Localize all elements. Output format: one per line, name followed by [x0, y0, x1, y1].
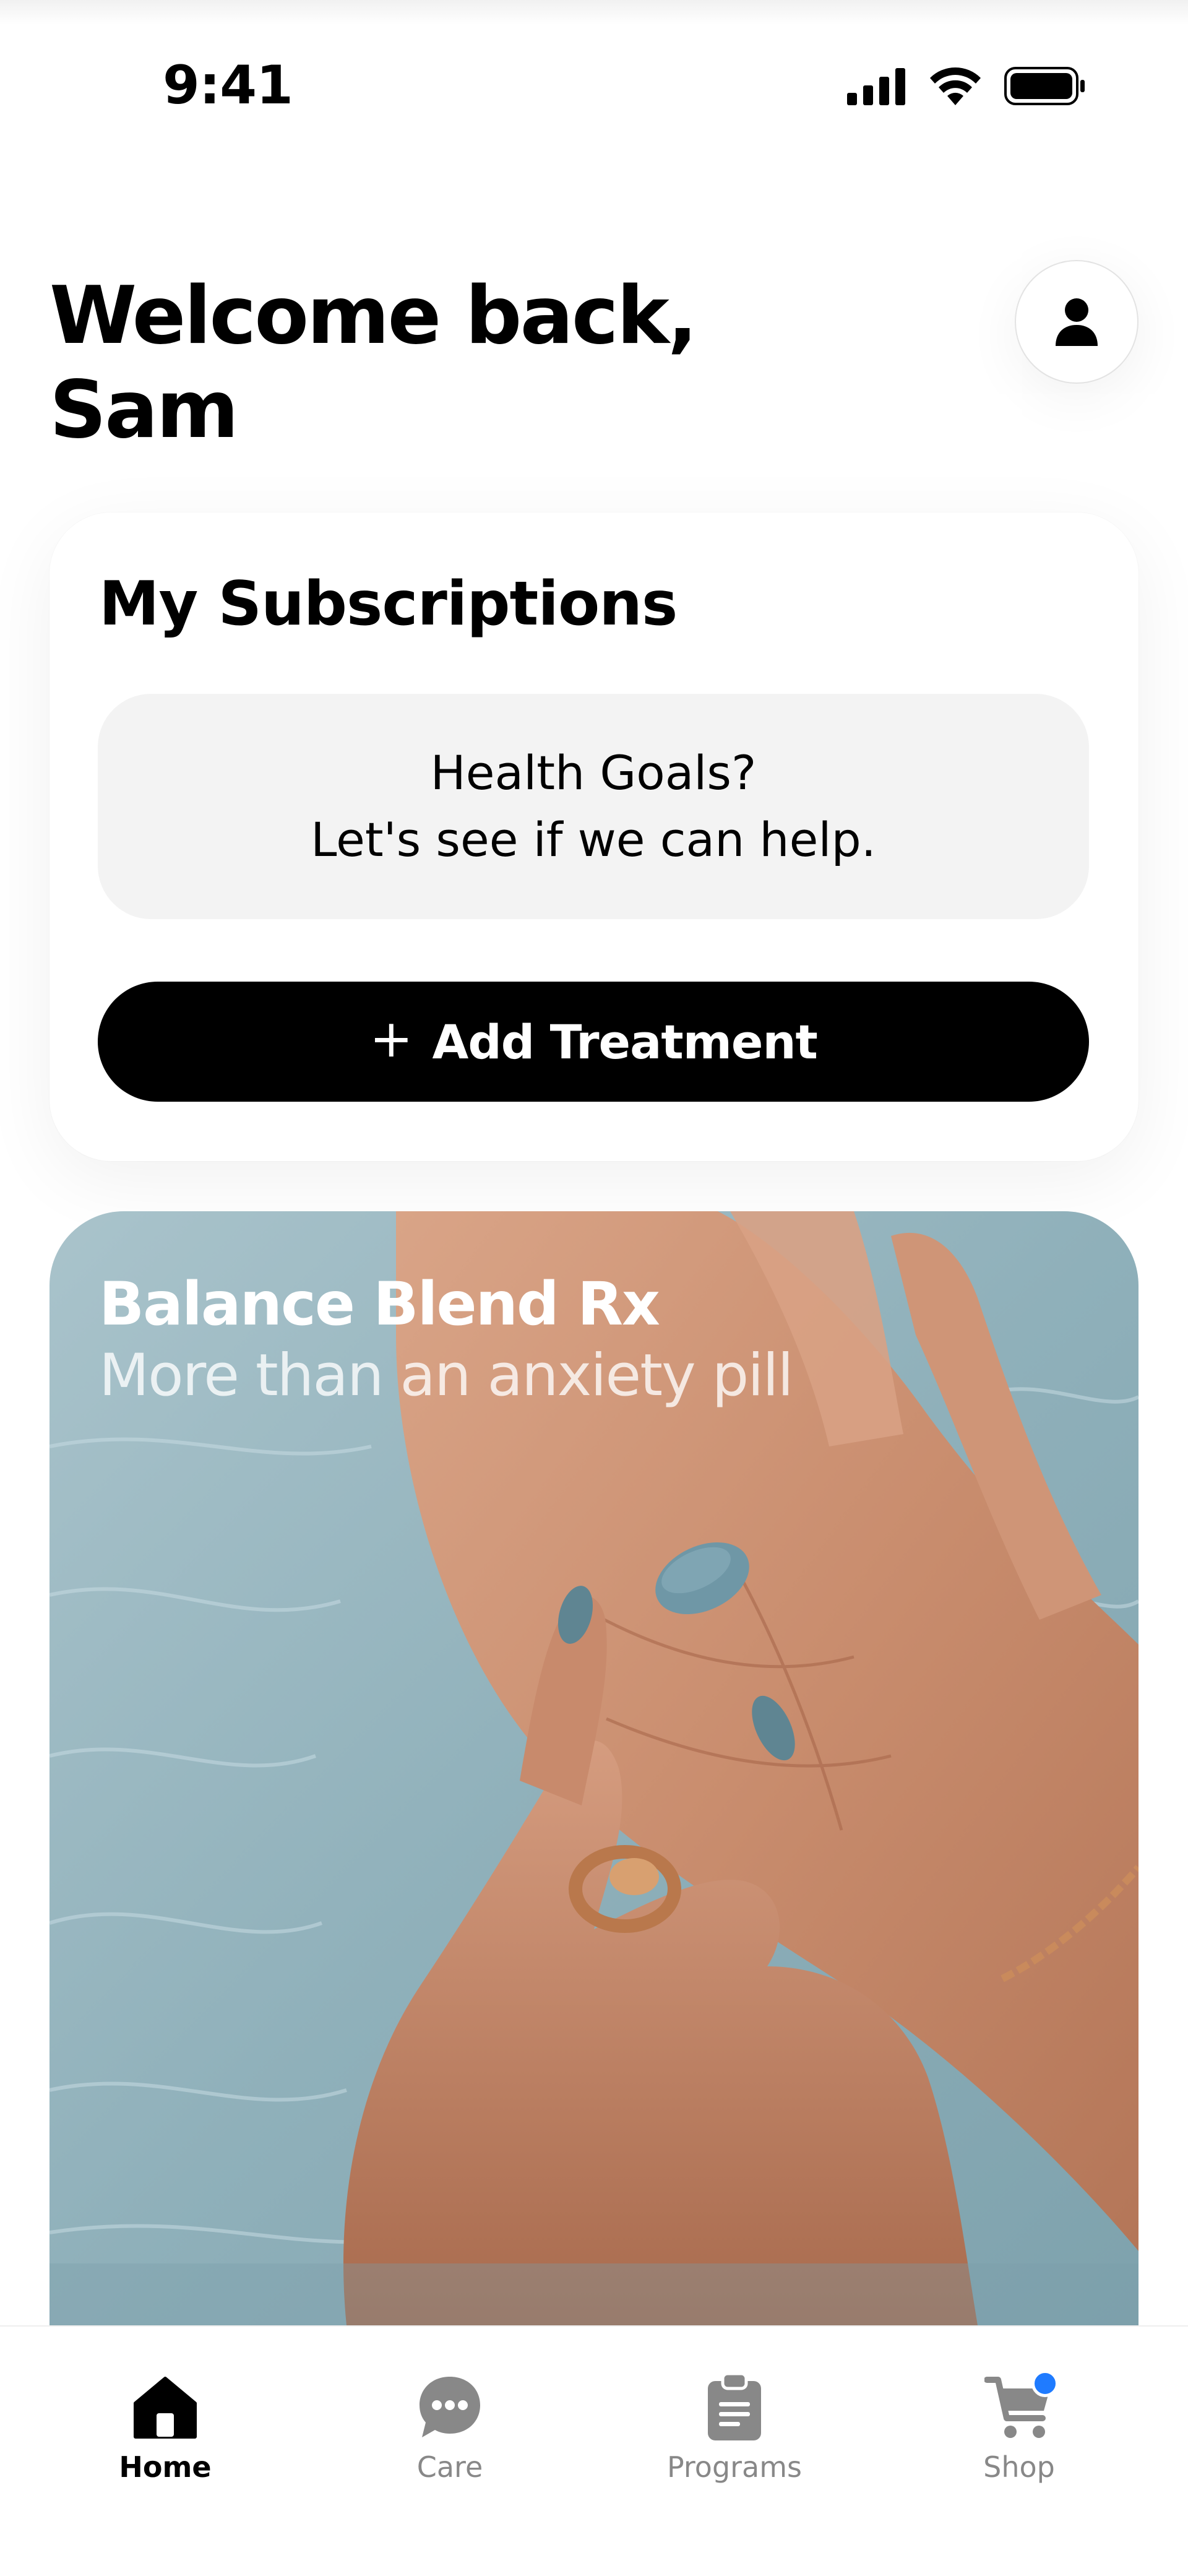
add-treatment-label: Add Treatment: [432, 1014, 818, 1070]
subscriptions-card: My Subscriptions Health Goals? Let's see…: [50, 512, 1138, 1161]
bottom-tab-bar: Home Care Programs Shop: [0, 2325, 1188, 2576]
status-icons: [847, 67, 1086, 105]
tab-programs-label: Programs: [666, 2450, 803, 2484]
status-time: 9:41: [163, 54, 293, 116]
promo-title: Balance Blend Rx: [99, 1269, 660, 1339]
cellular-signal-icon: [847, 68, 905, 105]
user-name: Sam: [50, 364, 239, 456]
status-bar: 9:41: [0, 0, 1188, 142]
cart-icon: [982, 2370, 1059, 2444]
wifi-icon: [930, 67, 981, 105]
app-screen: 9:41 Welcome back, Sam My Subscriptions …: [0, 0, 1188, 2576]
tab-shop-label: Shop: [983, 2450, 1055, 2484]
person-icon: [1056, 298, 1098, 346]
tab-shop[interactable]: Shop: [926, 2370, 1112, 2484]
battery-icon: [1004, 67, 1085, 105]
tab-programs[interactable]: Programs: [642, 2370, 827, 2484]
tab-care[interactable]: Care: [357, 2370, 543, 2484]
promo-subtitle: More than an anxiety pill: [99, 1342, 794, 1409]
health-goals-subline: Let's see if we can help.: [311, 812, 876, 867]
add-treatment-button[interactable]: + Add Treatment: [98, 982, 1089, 1102]
health-goals-line: Health Goals?: [430, 745, 757, 800]
tab-home-label: Home: [119, 2450, 212, 2484]
welcome-line: Welcome back,: [50, 270, 697, 362]
profile-button[interactable]: [1015, 260, 1138, 384]
clipboard-icon: [697, 2370, 772, 2444]
home-icon: [128, 2370, 202, 2444]
plus-icon: +: [369, 1008, 413, 1069]
health-goals-prompt[interactable]: Health Goals? Let's see if we can help.: [98, 694, 1089, 919]
chat-bubble-icon: [413, 2370, 487, 2444]
tab-care-label: Care: [416, 2450, 483, 2484]
promo-card-balance-blend[interactable]: Balance Blend Rx More than an anxiety pi…: [50, 1211, 1138, 2325]
cart-badge: [1031, 2370, 1059, 2397]
welcome-heading: Welcome back, Sam: [50, 269, 697, 457]
subscriptions-title: My Subscriptions: [99, 569, 678, 639]
tab-home[interactable]: Home: [72, 2370, 258, 2484]
